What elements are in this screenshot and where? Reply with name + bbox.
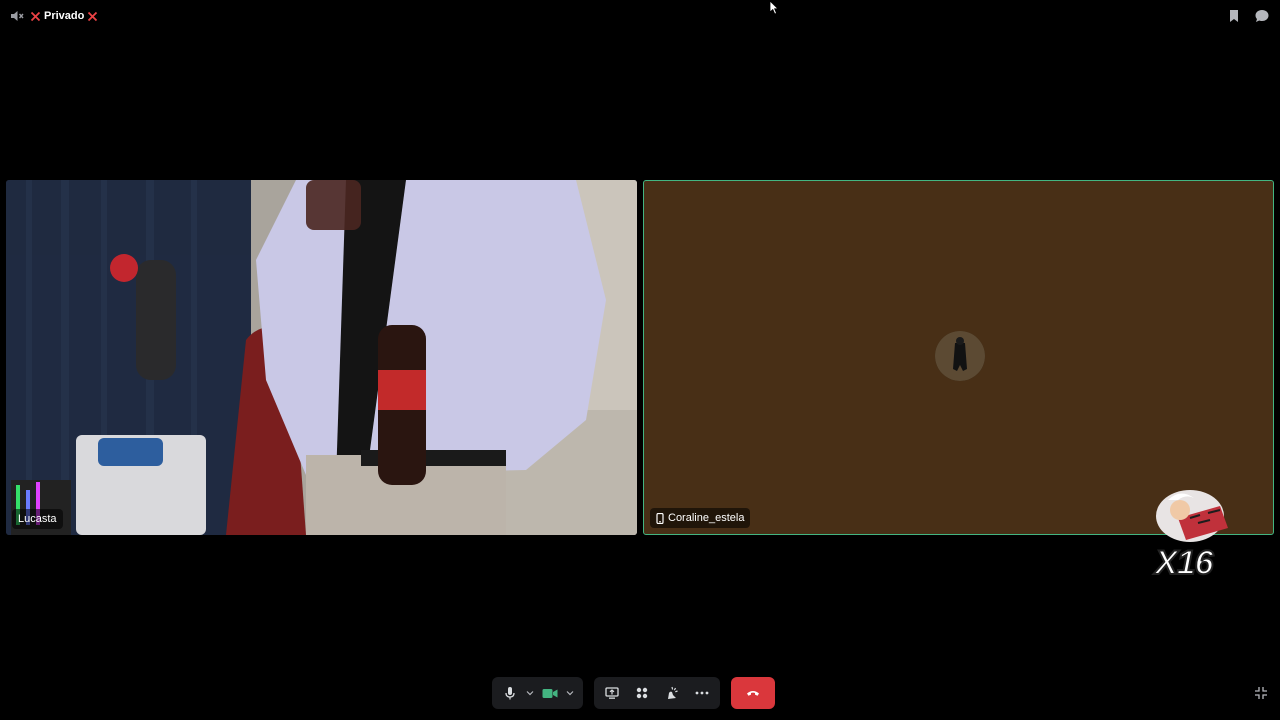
- channel-header: Privado: [10, 8, 98, 24]
- fullscreen-exit-icon: [1254, 686, 1268, 700]
- audio-video-controls: [492, 677, 583, 709]
- disconnect-button[interactable]: [731, 677, 775, 709]
- participant-name: Lucasta: [18, 513, 57, 525]
- channel-name: Privado: [44, 10, 85, 22]
- microphone-icon: [504, 686, 516, 700]
- camera-options-button[interactable]: [564, 679, 577, 707]
- microphone-options-button[interactable]: [523, 679, 536, 707]
- more-button[interactable]: [690, 679, 714, 707]
- soundboard-button[interactable]: [660, 679, 684, 707]
- channel-title: Privado: [30, 10, 98, 22]
- soundboard-icon: [665, 686, 679, 700]
- camera-video-feed: [6, 180, 637, 535]
- video-tile-coraline[interactable]: Coraline_estela: [643, 180, 1274, 535]
- video-tile-lucasta[interactable]: Lucasta: [6, 180, 637, 535]
- participant-name: Coraline_estela: [668, 512, 745, 524]
- header-actions: [1228, 8, 1270, 24]
- chevron-down-icon: [526, 690, 534, 696]
- sticker-image: X16: [1150, 488, 1234, 588]
- exit-fullscreen-button[interactable]: [1254, 686, 1268, 700]
- participant-name-tag: Lucasta: [12, 509, 63, 529]
- screen-share-button[interactable]: [600, 679, 624, 707]
- sticker-count: X16: [1154, 543, 1214, 583]
- mobile-phone-icon: [656, 512, 664, 524]
- screen-share-icon: [605, 686, 619, 700]
- mouse-cursor-icon: [769, 0, 779, 20]
- bookmark-icon[interactable]: [1228, 9, 1240, 23]
- chat-bubble-icon[interactable]: [1254, 8, 1270, 24]
- x-icon: [87, 11, 98, 22]
- avatar: [935, 331, 985, 381]
- activities-button[interactable]: [630, 679, 654, 707]
- speaker-muted-icon[interactable]: [10, 9, 24, 23]
- camera-button[interactable]: [539, 679, 562, 707]
- microphone-button[interactable]: [498, 679, 521, 707]
- chevron-down-icon: [566, 690, 574, 696]
- participant-name-tag: Coraline_estela: [650, 508, 751, 528]
- camera-icon: [542, 688, 558, 699]
- x-icon: [30, 11, 41, 22]
- activity-controls: [594, 677, 720, 709]
- more-icon: [695, 691, 709, 695]
- activities-icon: [636, 687, 648, 699]
- hangup-icon: [746, 689, 760, 697]
